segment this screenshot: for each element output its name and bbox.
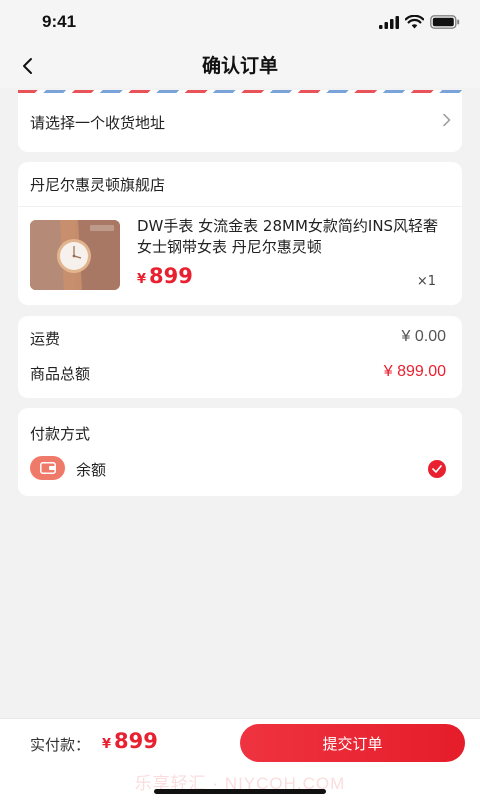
payment-method-label[interactable]: 余额 xyxy=(76,459,106,480)
payment-method-card: 付款方式 余额 xyxy=(18,408,462,496)
status-time: 9:41 xyxy=(42,12,77,31)
shipping-row: 运费 ¥ 0.00 xyxy=(30,328,446,349)
payment-title: 付款方式 xyxy=(30,425,91,443)
battery-icon xyxy=(430,15,460,29)
total-value: ¥ 899.00 xyxy=(383,363,446,380)
shop-card: 丹尼尔惠灵顿旗舰店 DW手表 女流金表 28MM女款简约INS风轻奢女士钢带女表… xyxy=(18,162,462,305)
product-title: DW手表 女流金表 28MM女款简约INS风轻奢女士钢带女表 丹尼尔惠灵顿 xyxy=(137,217,439,256)
product-image[interactable] xyxy=(30,220,120,290)
chevron-right-icon xyxy=(443,113,451,127)
product-quantity: ×1 xyxy=(416,274,436,289)
pay-amount-label: 实付款： xyxy=(30,736,91,754)
price-value: 899 xyxy=(149,264,193,288)
order-summary: 运费 ¥ 0.00 商品总额 ¥ 899.00 xyxy=(18,316,462,398)
currency-symbol: ¥ xyxy=(137,272,147,287)
wallet-icon xyxy=(30,456,65,480)
submit-order-button[interactable]: 提交订单 xyxy=(240,724,465,762)
pay-amount: ¥899 xyxy=(102,729,158,753)
address-placeholder: 请选择一个收货地址 xyxy=(30,114,166,132)
total-label: 商品总额 xyxy=(30,365,91,383)
page-title: 确认订单 xyxy=(201,55,278,77)
total-row: 商品总额 ¥ 899.00 xyxy=(30,363,446,384)
pay-amount-value: 899 xyxy=(114,729,158,753)
check-icon xyxy=(432,465,442,473)
airmail-border xyxy=(18,90,462,93)
currency-symbol: ¥ xyxy=(102,737,112,752)
bottom-bar: 实付款： ¥899 提交订单 乐享轻汇 · NIYCOH.COM xyxy=(0,718,480,800)
signal-icon xyxy=(379,15,399,29)
wifi-icon xyxy=(405,15,424,29)
status-bar: 9:41 xyxy=(0,0,480,44)
shipping-value: ¥ 0.00 xyxy=(401,328,446,345)
shipping-label: 运费 xyxy=(30,330,61,348)
home-indicator xyxy=(154,789,326,794)
divider xyxy=(18,206,462,207)
status-icons xyxy=(379,13,460,31)
nav-bar: 确认订单 xyxy=(0,44,480,88)
watch-illustration xyxy=(30,220,120,290)
product-price: ¥899 xyxy=(137,264,193,288)
address-selector[interactable]: 请选择一个收货地址 xyxy=(18,90,462,152)
shop-name: 丹尼尔惠灵顿旗舰店 xyxy=(30,176,166,194)
payment-selected-radio[interactable] xyxy=(428,460,446,478)
